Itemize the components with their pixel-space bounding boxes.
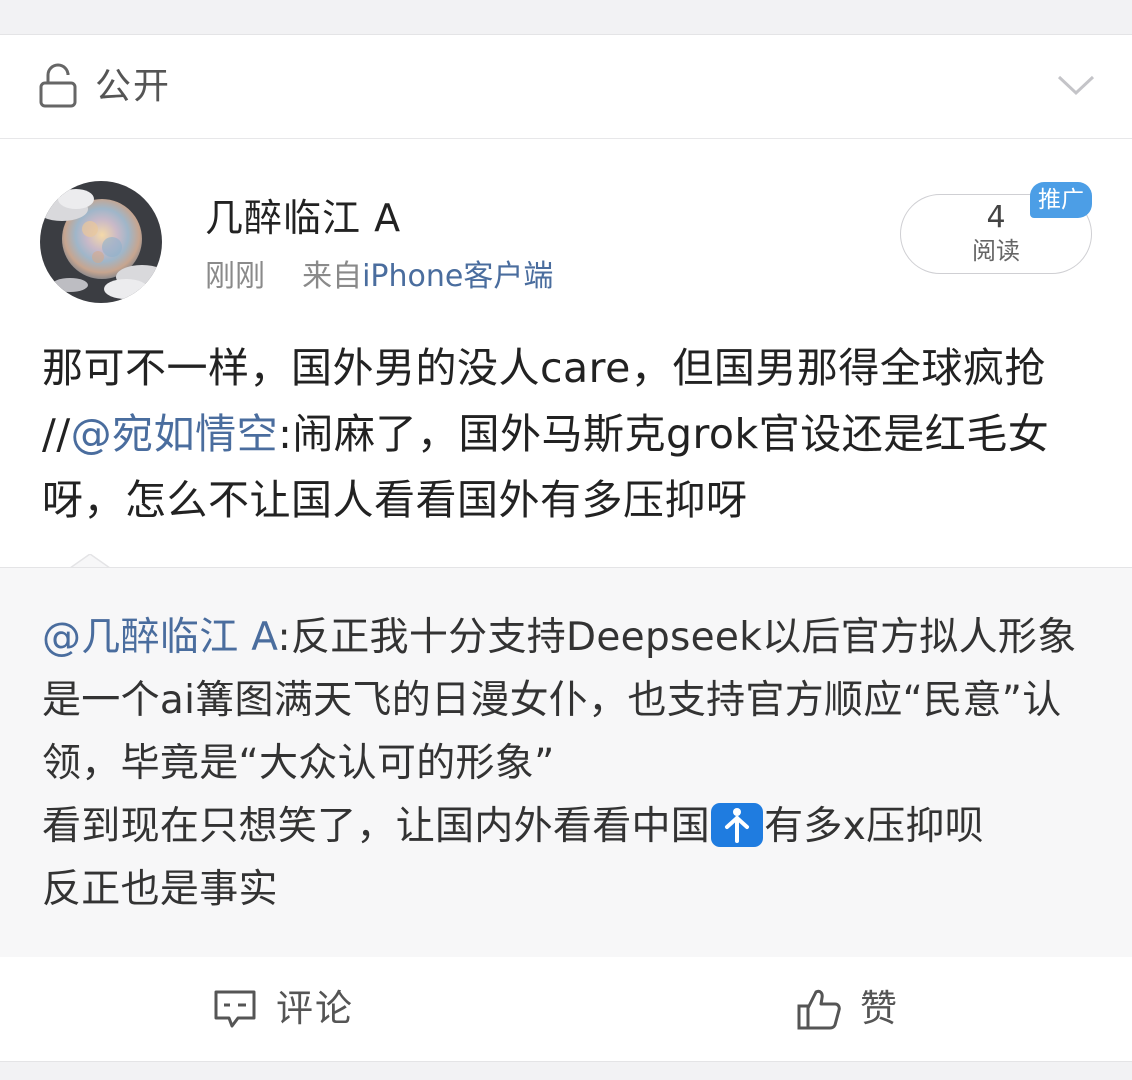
like-label: 赞 [860, 987, 899, 1030]
comment-icon [214, 990, 256, 1028]
post-card: 几醉临江 A 刚刚 来自iPhone客户端 4 阅读 推广 那可不一样，国外男的… [0, 139, 1132, 567]
comment-button[interactable]: 评论 [212, 981, 354, 1037]
thumbs-up-icon [797, 989, 841, 1030]
lock-icon [39, 63, 77, 108]
comment-label: 评论 [276, 987, 354, 1030]
like-button[interactable]: 赞 [796, 981, 899, 1037]
quote-line2-after: 有多x压抑呗 [764, 804, 984, 849]
quote-body: @几醉临江 A:反正我十分支持Deepseek以后官方拟人形象是一个ai篝图满天… [42, 606, 1102, 921]
quoted-post[interactable]: @几醉临江 A:反正我十分支持Deepseek以后官方拟人形象是一个ai篝图满天… [0, 567, 1132, 958]
avatar[interactable] [40, 181, 162, 303]
top-strip [0, 0, 1132, 35]
post-meta: 刚刚 来自iPhone客户端 [205, 257, 553, 297]
post-time: 刚刚 [205, 259, 265, 294]
person-up-arrow-emoji-icon [711, 803, 764, 847]
quote-caret [70, 554, 110, 568]
source-link[interactable]: iPhone客户端 [362, 259, 553, 294]
privacy-label: 公开 [95, 66, 172, 107]
read-label: 阅读 [972, 237, 1020, 265]
post-body: 那可不一样，国外男的没人care，但国男那得全球疯抢 //@宛如情空:闹麻了，国… [42, 335, 1092, 533]
mention-link[interactable]: @宛如情空 [71, 410, 279, 458]
chevron-down-icon[interactable] [1056, 71, 1096, 99]
action-bar: 评论 赞 [0, 957, 1132, 1062]
source-prefix: 来自 [302, 259, 363, 294]
author-name[interactable]: 几醉临江 A [205, 195, 401, 241]
promo-badge[interactable]: 推广 [1030, 182, 1092, 218]
privacy-selector[interactable]: 公开 [0, 35, 1132, 139]
quote-line3: 反正也是事实 [42, 867, 278, 912]
quote-mention-link[interactable]: @几醉临江 A [42, 615, 278, 660]
quote-line2-before: 看到现在只想笑了，让国内外看看中国 [42, 804, 711, 849]
